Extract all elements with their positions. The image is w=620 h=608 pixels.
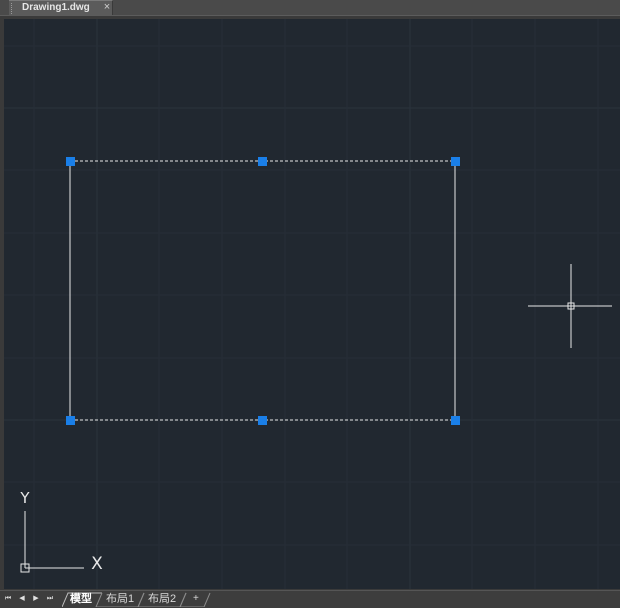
grid [4, 19, 620, 589]
prev-layout-button[interactable]: ◀ [16, 593, 28, 605]
add-layout-button[interactable]: + [189, 592, 203, 606]
tab-layout1[interactable]: 布局1 [102, 592, 138, 606]
ucs-icon [20, 511, 84, 573]
close-icon[interactable]: × [101, 1, 113, 13]
tab-gripper-icon [11, 3, 15, 14]
ucs-y-label: Y [19, 489, 30, 507]
crosshair-cursor-icon [528, 264, 612, 348]
tab-model[interactable]: 模型 [66, 592, 96, 606]
grip-top-mid[interactable] [258, 157, 267, 166]
drawing-canvas[interactable]: Y X [4, 19, 620, 589]
grip-top-right[interactable] [451, 157, 460, 166]
grip-bottom-left[interactable] [66, 416, 75, 425]
selected-rectangle[interactable] [69, 160, 456, 421]
first-layout-button[interactable]: ⏮ [2, 593, 14, 605]
next-layout-button[interactable]: ▶ [30, 593, 42, 605]
last-layout-button[interactable]: ⏭ [44, 593, 56, 605]
layout-tab-bar: ⏮ ◀ ▶ ⏭ 模型 布局1 布局2 + [0, 590, 620, 608]
grip-bottom-right[interactable] [451, 416, 460, 425]
grip-bottom-mid[interactable] [258, 416, 267, 425]
document-tab-label: Drawing1.dwg [22, 2, 90, 13]
tab-layout2[interactable]: 布局2 [144, 592, 180, 606]
grip-top-left[interactable] [66, 157, 75, 166]
document-tab[interactable]: Drawing1.dwg [9, 0, 113, 15]
document-tab-strip: Drawing1.dwg × [0, 0, 620, 16]
ucs-x-label: X [91, 554, 103, 574]
